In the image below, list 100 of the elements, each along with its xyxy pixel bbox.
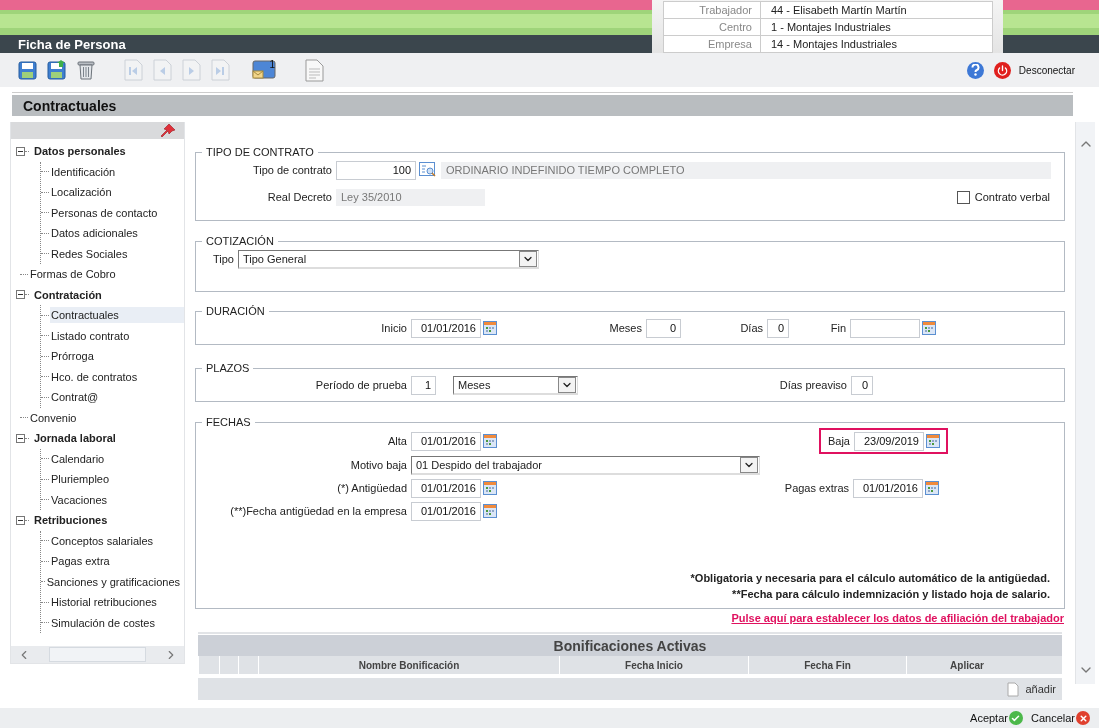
unit-dropdown[interactable]: Meses: [453, 375, 578, 395]
section-legend: FECHAS: [202, 416, 255, 428]
tree-item[interactable]: Convenio: [29, 409, 81, 426]
number-field[interactable]: 1: [411, 375, 436, 395]
add-link[interactable]: añadir: [1025, 683, 1056, 695]
tree-group[interactable]: Datos personales: [34, 145, 126, 158]
tree-item[interactable]: Pagas extra: [50, 553, 184, 570]
next-record-icon: [181, 59, 201, 81]
tree-item[interactable]: Listado contrato: [50, 327, 184, 344]
tree-item[interactable]: Identificación: [50, 163, 184, 180]
power-icon[interactable]: [993, 61, 1011, 79]
calendar-icon[interactable]: [483, 434, 497, 448]
field-label: Alta: [387, 435, 408, 447]
tree-item[interactable]: Prórroga: [50, 348, 184, 365]
save-as-button[interactable]: [46, 58, 68, 82]
calendar-icon[interactable]: [483, 481, 497, 495]
contract-type-field[interactable]: 100: [336, 160, 416, 180]
date-field[interactable]: 01/01/2016: [411, 431, 481, 451]
date-field[interactable]: 01/01/2016: [411, 318, 481, 338]
date-field[interactable]: [850, 318, 920, 338]
tree-item[interactable]: Conceptos salariales: [50, 532, 184, 549]
column-header: Nombre Bonificación: [258, 656, 559, 674]
date-field[interactable]: 01/01/2016: [411, 478, 481, 498]
tree-item[interactable]: Contrat@: [50, 389, 184, 406]
collapse-icon[interactable]: [16, 515, 25, 525]
checkbox[interactable]: [956, 190, 970, 204]
cancel-button[interactable]: Cancelar: [1030, 711, 1090, 725]
mail-icon: [252, 60, 276, 80]
field-label: Real Decreto: [266, 191, 333, 203]
trash-button[interactable]: [75, 58, 97, 82]
footnote: **Fecha para cálculo indemnización y listado hoja de salario.: [732, 588, 1050, 600]
dropdown[interactable]: 01 Despido del trabajador: [411, 455, 760, 475]
collapse-icon[interactable]: [16, 146, 25, 156]
info-value: 1 - Montajes Industriales: [760, 18, 993, 36]
disconnect-link[interactable]: Desconectar: [1018, 64, 1075, 76]
tree-item[interactable]: Redes Sociales: [50, 245, 184, 262]
last-record-icon: [210, 59, 230, 81]
number-field[interactable]: 0: [851, 375, 873, 395]
calendar-icon[interactable]: [926, 434, 940, 448]
field-label: Fin: [829, 322, 847, 334]
tree-item[interactable]: Localización: [50, 184, 184, 201]
calendar-icon[interactable]: [483, 504, 497, 518]
tree-group[interactable]: Jornada laboral: [34, 432, 116, 445]
number-field[interactable]: 0: [767, 318, 789, 338]
tree-item[interactable]: Pluriempleo: [50, 471, 184, 488]
tree-item[interactable]: Datos adicionales: [50, 225, 184, 242]
collapse-icon[interactable]: [16, 433, 25, 443]
number-field[interactable]: 0: [646, 318, 681, 338]
help-icon[interactable]: [966, 61, 984, 79]
field-label: (**)Fecha antigüedad en la empresa: [229, 505, 408, 517]
tree-item[interactable]: Personas de contacto: [50, 204, 184, 221]
info-label: Centro: [663, 18, 761, 36]
tree-item[interactable]: Calendario: [50, 450, 184, 467]
trash-icon: [77, 60, 95, 80]
new-document-icon[interactable]: [1007, 681, 1020, 697]
accept-button[interactable]: Aceptar: [970, 711, 1023, 725]
column-header: Fecha Fin: [748, 656, 906, 674]
tree-item[interactable]: Vacaciones: [50, 491, 184, 508]
horizontal-scrollbar[interactable]: [11, 646, 184, 663]
section-legend: TIPO DE CONTRATO: [202, 146, 318, 158]
date-field[interactable]: 23/09/2019: [854, 431, 924, 451]
info-value: 14 - Montajes Industriales: [760, 35, 993, 53]
info-label: Empresa: [663, 35, 761, 53]
dropdown[interactable]: Tipo General: [238, 249, 539, 269]
previous-record-icon: [152, 59, 172, 81]
affiliation-link[interactable]: Pulse aquí para establecer los datos de afiliación del trabajador: [731, 612, 1064, 624]
tree-item[interactable]: Sanciones y gratificaciones: [45, 573, 184, 590]
calendar-icon[interactable]: [922, 321, 936, 335]
check-icon: [1008, 711, 1023, 725]
field-label: Meses: [608, 322, 643, 334]
tree-item[interactable]: Contractuales: [50, 307, 184, 324]
field-label: Tipo: [212, 253, 235, 265]
tree-group[interactable]: Contratación: [34, 288, 102, 301]
lookup-icon[interactable]: [419, 162, 437, 178]
date-field[interactable]: 01/01/2016: [853, 478, 923, 498]
pin-icon[interactable]: [160, 123, 176, 138]
save-button[interactable]: [17, 58, 39, 82]
tree-item[interactable]: Formas de Cobro: [29, 266, 120, 283]
decree-value: Ley 35/2010: [336, 188, 485, 206]
field-label: Días preaviso: [778, 379, 848, 391]
tree-item[interactable]: Historial retribuciones: [50, 594, 184, 611]
column-header: Fecha Inicio: [559, 656, 748, 674]
mail-button[interactable]: 1: [251, 58, 277, 82]
collapse-icon[interactable]: [16, 290, 25, 300]
vertical-scrollbar[interactable]: [1075, 122, 1095, 684]
field-label: Inicio: [380, 322, 408, 334]
tree-group[interactable]: Retribuciones: [34, 514, 108, 527]
table-title: Bonificaciones Activas: [198, 635, 1062, 656]
tree-item[interactable]: Hco. de contratos: [50, 368, 184, 385]
first-record-icon: [123, 59, 143, 81]
footnote: *Obligatoria y necesaria para el cálculo automático de la antigüedad.: [690, 572, 1050, 584]
info-label: Trabajador: [663, 1, 761, 19]
calendar-icon[interactable]: [925, 481, 939, 495]
tree-item[interactable]: Simulación de costes: [50, 614, 184, 631]
field-label: Motivo baja: [349, 459, 408, 471]
field-label: Período de prueba: [314, 379, 408, 391]
calendar-icon[interactable]: [483, 321, 497, 335]
close-icon: [1076, 711, 1090, 725]
date-field[interactable]: 01/01/2016: [411, 501, 481, 521]
column-header: Aplicar: [906, 656, 1027, 674]
